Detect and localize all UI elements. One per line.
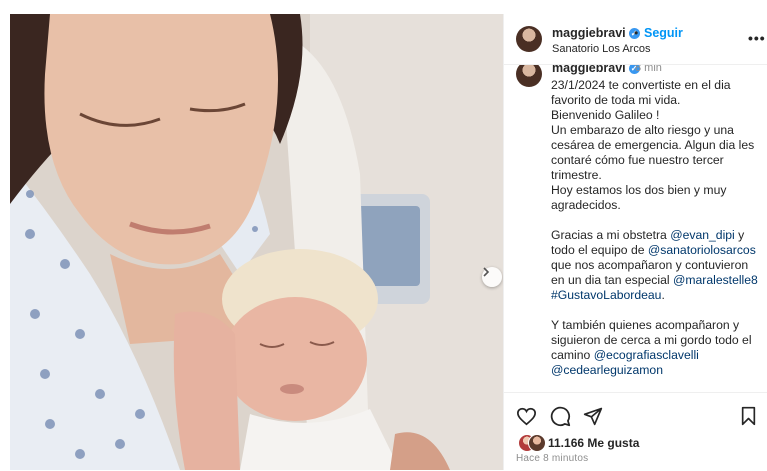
caption-line: Un embarazo de alto riesgo y una cesárea… xyxy=(551,123,755,182)
comment-icon[interactable] xyxy=(549,405,571,427)
caption-fragment: . xyxy=(661,288,665,302)
post-header: maggiebravi ✓ • Seguir Sanatorio Los Arco… xyxy=(504,14,767,65)
location-link[interactable]: Sanatorio Los Arcos xyxy=(552,43,650,55)
caption-username-text: maggiebravi xyxy=(552,65,626,75)
post-photo[interactable] xyxy=(10,14,503,470)
caption-paragraph: Y también quienes acompañaron y siguiero… xyxy=(551,318,763,378)
post-sidebar: maggiebravi ✓ • Seguir Sanatorio Los Arco… xyxy=(503,14,767,470)
heart-icon[interactable] xyxy=(515,405,537,427)
caption-line: Bienvenido Galileo ! xyxy=(551,108,660,122)
next-photo-button[interactable] xyxy=(482,267,502,287)
share-icon[interactable] xyxy=(582,405,604,427)
caption-fragment: Gracias a mi obstetra xyxy=(551,228,671,242)
mention-link[interactable]: @ecografiasclavelli xyxy=(594,348,699,362)
caption-time[interactable]: 8 min xyxy=(635,65,662,74)
more-options-icon[interactable]: ••• xyxy=(748,30,766,46)
caption-line: Hoy estamos los dos bien y muy agradecid… xyxy=(551,183,727,212)
caption-avatar[interactable] xyxy=(516,65,542,87)
instagram-post: maggiebravi ✓ • Seguir Sanatorio Los Arco… xyxy=(0,0,767,470)
post-actions: 11.166 Me gusta Hace 8 minutos xyxy=(504,392,767,471)
caption-area: maggiebravi ✓ 8 min 23/1/2024 te converti… xyxy=(504,65,767,392)
caption-username[interactable]: maggiebravi ✓ xyxy=(552,65,640,75)
username-link[interactable]: maggiebravi ✓ xyxy=(552,26,640,40)
top-spacer xyxy=(0,0,767,14)
photo-illustration xyxy=(10,14,503,470)
likes-row[interactable]: 11.166 Me gusta xyxy=(518,434,767,454)
mention-link[interactable]: @evan_dipi xyxy=(670,228,735,242)
username-text: maggiebravi xyxy=(552,26,626,40)
post-timestamp[interactable]: Hace 8 minutos xyxy=(516,453,588,464)
separator-dot: • xyxy=(634,26,639,40)
mention-link[interactable]: @sanatoriolosarcos xyxy=(648,243,756,257)
caption-paragraph: Gracias a mi obstetra @evan_dipi y todo … xyxy=(551,228,763,303)
follow-button[interactable]: Seguir xyxy=(644,26,683,40)
mention-link[interactable]: @maralestelle8 xyxy=(673,273,758,287)
hashtag-link[interactable]: #GustavoLabordeau xyxy=(551,288,661,302)
bookmark-icon[interactable] xyxy=(737,405,759,427)
caption-text: 23/1/2024 te convertiste en el dia favor… xyxy=(551,78,763,378)
liker-avatar xyxy=(528,434,546,452)
mention-link[interactable]: @cedearleguizamon xyxy=(551,363,663,377)
avatar[interactable] xyxy=(516,26,542,52)
caption-line: 23/1/2024 te convertiste en el dia favor… xyxy=(551,78,731,107)
likes-count[interactable]: 11.166 Me gusta xyxy=(548,436,639,450)
